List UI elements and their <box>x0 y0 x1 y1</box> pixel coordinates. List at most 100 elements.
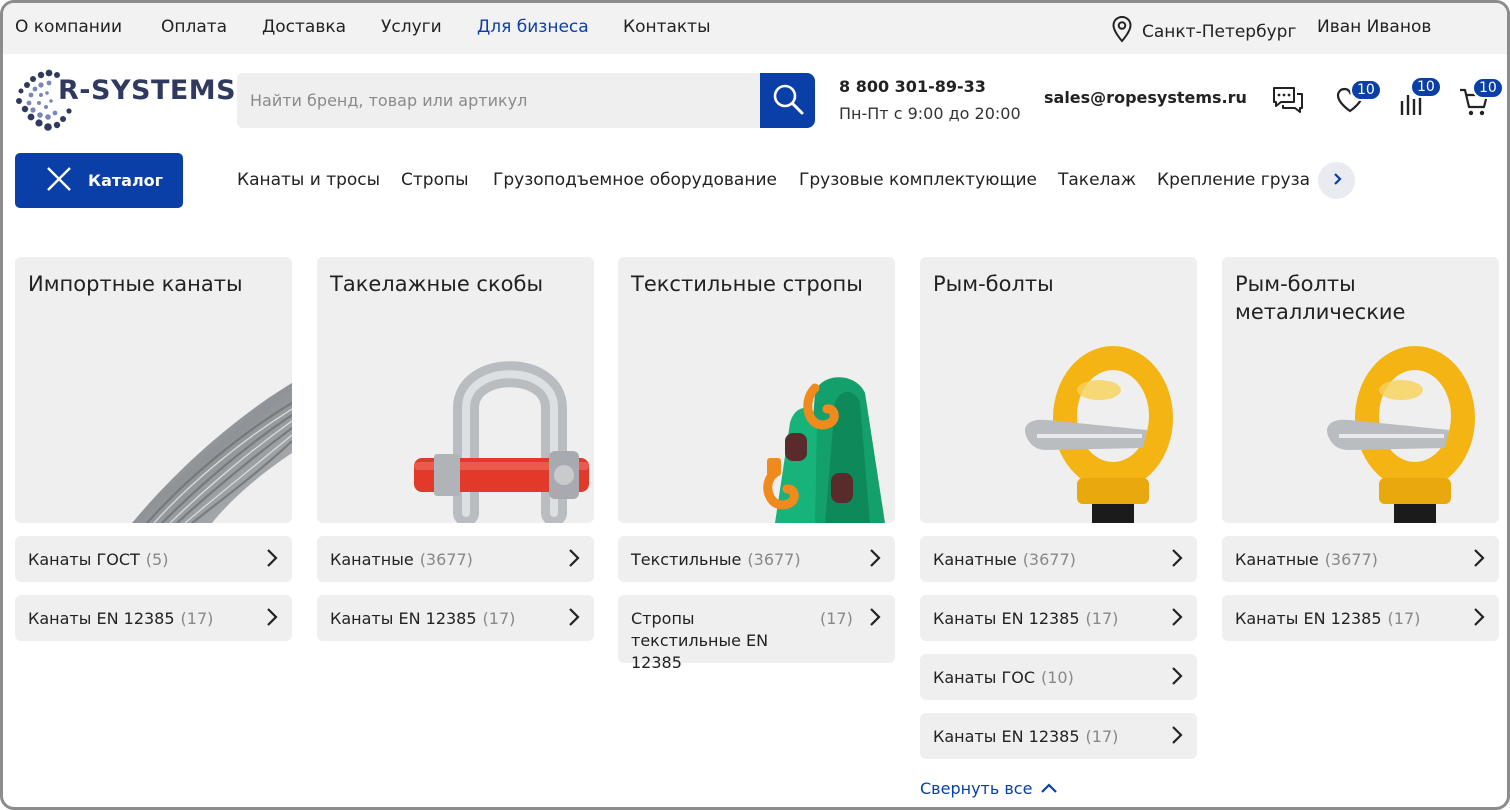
logo[interactable]: R-SYSTEMS <box>13 65 236 137</box>
chevron-right-icon <box>1171 725 1183 751</box>
chevron-right-icon <box>869 548 881 574</box>
compare-bars-icon <box>1398 91 1426 121</box>
subcategory-item[interactable]: Канатные (3677) <box>317 536 594 582</box>
wire-rope-image <box>132 383 292 523</box>
search-icon <box>771 82 805 120</box>
chevron-right-icon <box>568 607 580 633</box>
cart-button[interactable]: 10 <box>1458 77 1504 121</box>
compare-count-badge: 10 <box>1410 76 1442 98</box>
category-card-title: Рым-болты металлические <box>1235 272 1406 324</box>
subcategory-item[interactable]: Канаты ГОСТ (5) <box>15 536 292 582</box>
subcategory-label: Канаты ГОСТ <box>28 550 140 569</box>
search-bar <box>237 73 815 128</box>
chevron-right-icon <box>1473 548 1485 574</box>
logo-text: R-SYSTEMS <box>58 75 237 106</box>
subcategory-item[interactable]: Канаты EN 12385 (17) <box>15 595 292 641</box>
compare-button[interactable]: 10 <box>1398 76 1442 121</box>
subcategory-item[interactable]: Канаты EN 12385 (17) <box>920 595 1197 641</box>
category-card: Рым-болты Канатные (3677) Канаты EN 12385… <box>920 257 1197 759</box>
category-link-cargo-fastening[interactable]: Крепление груза <box>1157 170 1310 190</box>
category-card: Рым-болты металлические Канатные (3677) К… <box>1222 257 1499 641</box>
subcategory-label: Канаты EN 12385 <box>330 609 477 628</box>
subcategory-label: Канатные <box>330 550 414 569</box>
chat-icon[interactable] <box>1271 85 1305 119</box>
city-selector[interactable]: Санкт-Петербург <box>1111 15 1296 48</box>
search-input[interactable] <box>237 73 759 128</box>
location-pin-icon <box>1111 15 1133 48</box>
search-button[interactable] <box>760 73 815 128</box>
subcategory-label: Канатные <box>933 550 1017 569</box>
subcategory-label: Канаты EN 12385 <box>1235 609 1382 628</box>
subcategory-count: (3677) <box>1022 550 1076 569</box>
subcategory-count: (17) <box>1085 609 1119 628</box>
category-card-header[interactable]: Такелажные скобы <box>317 257 594 523</box>
nav-link-business[interactable]: Для бизнеса <box>477 17 589 37</box>
category-link-rigging[interactable]: Такелаж <box>1058 170 1136 190</box>
email-link[interactable]: sales@ropesystems.ru <box>1044 88 1247 107</box>
chevron-right-icon <box>869 607 881 633</box>
eye-bolt-image <box>1025 346 1173 523</box>
category-link-slings[interactable]: Стропы <box>401 170 469 190</box>
catalog-button-label: Каталог <box>88 171 164 190</box>
category-link-cargo-components[interactable]: Грузовые комплектующие <box>799 170 1037 190</box>
nav-link-payment[interactable]: Оплата <box>161 17 227 37</box>
subcategory-item[interactable]: Канатные (3677) <box>1222 536 1499 582</box>
catalog-button[interactable]: Каталог <box>15 153 183 208</box>
chevron-right-icon <box>1473 607 1485 633</box>
subcategory-count: (5) <box>145 550 169 569</box>
category-card-header[interactable]: Импортные канаты <box>15 257 292 523</box>
chevron-right-icon <box>1171 607 1183 633</box>
subcategory-label: Канаты EN 12385 <box>933 727 1080 746</box>
shackle-image <box>414 361 589 523</box>
page-frame: О компании Оплата Доставка Услуги Для би… <box>0 0 1510 810</box>
collapse-all-link[interactable]: Свернуть все <box>920 779 1058 798</box>
category-link-lifting-equipment[interactable]: Грузоподъемное оборудование <box>493 170 777 190</box>
user-name-link[interactable]: Иван Иванов <box>1317 17 1431 37</box>
subcategory-count: (3677) <box>1324 550 1378 569</box>
chevron-right-icon <box>1171 548 1183 574</box>
close-icon <box>46 166 72 196</box>
category-link-ropes[interactable]: Канаты и тросы <box>237 170 380 190</box>
phone-number[interactable]: 8 800 301-89-33 <box>839 77 986 96</box>
subcategory-count: (17) <box>1387 609 1421 628</box>
category-card-title: Такелажные скобы <box>330 272 544 296</box>
category-card: Такелажные скобы Канатные (3677) Канаты E… <box>317 257 594 641</box>
nav-link-contacts[interactable]: Контакты <box>623 17 711 37</box>
subcategory-item[interactable]: Канатные (3677) <box>920 536 1197 582</box>
subcategory-item[interactable]: Стропы текстильные EN 12385 (17) <box>618 595 895 672</box>
subcategory-count: (17) <box>482 609 516 628</box>
working-hours: Пн-Пт с 9:00 до 20:00 <box>839 104 1021 123</box>
category-card-title: Текстильные стропы <box>631 272 863 296</box>
subcategory-item[interactable]: Канаты ГОС (10) <box>920 654 1197 700</box>
subcategory-item[interactable]: Канаты EN 12385 (17) <box>317 595 594 641</box>
subcategory-count: (10) <box>1041 668 1074 687</box>
chevron-right-icon <box>568 548 580 574</box>
category-card-title: Импортные канаты <box>28 272 243 296</box>
categories-next-button[interactable] <box>1318 162 1355 199</box>
subcategory-label: Канатные <box>1235 550 1319 569</box>
subcategory-item[interactable]: Текстильные (3677) <box>618 536 895 582</box>
chevron-up-icon <box>1040 779 1058 798</box>
subcategory-label: Стропы текстильные EN 12385 <box>631 609 769 672</box>
subcategory-label: Канаты ГОС <box>933 668 1035 687</box>
favorites-count-badge: 10 <box>1350 79 1382 101</box>
category-card-header[interactable]: Рым-болты металлические <box>1222 257 1499 523</box>
subcategory-count: (17) <box>820 609 853 628</box>
subcategory-count: (17) <box>1085 727 1119 746</box>
cart-count-badge: 10 <box>1472 77 1504 99</box>
top-bar: О компании Оплата Доставка Услуги Для би… <box>3 3 1507 54</box>
nav-link-delivery[interactable]: Доставка <box>262 17 346 37</box>
favorites-button[interactable]: 10 <box>1336 79 1382 117</box>
eye-bolt-image <box>1327 346 1475 523</box>
chevron-right-icon <box>266 607 278 633</box>
subcategory-count: (3677) <box>419 550 473 569</box>
nav-link-services[interactable]: Услуги <box>381 17 442 37</box>
subcategory-item[interactable]: Канаты EN 12385 (17) <box>920 713 1197 759</box>
collapse-all-label: Свернуть все <box>920 779 1033 798</box>
chevron-right-icon <box>1330 171 1344 190</box>
subcategory-label: Текстильные <box>631 550 742 569</box>
subcategory-item[interactable]: Канаты EN 12385 (17) <box>1222 595 1499 641</box>
category-card-header[interactable]: Рым-болты <box>920 257 1197 523</box>
category-card-header[interactable]: Текстильные стропы <box>618 257 895 523</box>
nav-link-about[interactable]: О компании <box>15 17 122 37</box>
